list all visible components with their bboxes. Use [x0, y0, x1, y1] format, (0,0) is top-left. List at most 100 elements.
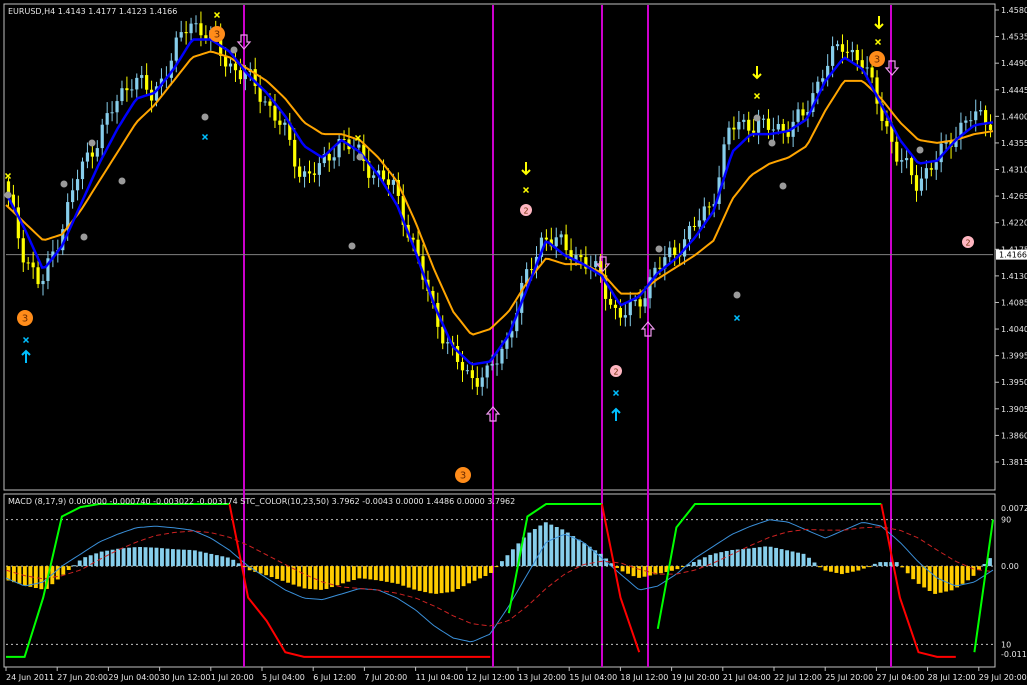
candle-body — [140, 75, 144, 78]
macd-histogram-bar — [154, 547, 159, 567]
candle-body — [742, 119, 746, 122]
chart-window: 3 3 3 3 2 2 2 1.4580 1.4535 1.4490 1.4445 1.4400 1.… — [0, 0, 1027, 685]
candle-body — [964, 120, 968, 123]
candle-body — [845, 51, 850, 53]
macd-histogram-bar — [423, 566, 428, 593]
macd-histogram-bar — [483, 566, 488, 577]
small-gray-marker — [88, 139, 96, 147]
small-gray-marker — [779, 182, 787, 190]
macd-histogram-bar — [510, 549, 515, 567]
macd-histogram-bar — [894, 562, 899, 567]
macd-histogram-bar — [406, 566, 411, 588]
candle-body — [455, 346, 460, 362]
main-header: EURUSD,H4 1.4143 1.4177 1.4123 1.4166 — [8, 7, 177, 16]
candle-body — [831, 46, 835, 66]
macd-histogram-bar — [187, 549, 192, 567]
time-tick-label: 29 Jul 20:00 — [979, 673, 1027, 682]
time-tick-label: 29 Jun 04:00 — [108, 673, 159, 682]
macd-histogram-bar — [105, 550, 110, 567]
macd-histogram-bar — [571, 536, 576, 567]
candle-body — [702, 206, 706, 221]
price-tick-label: 1.4580 — [1001, 6, 1027, 15]
macd-histogram-bar — [138, 547, 142, 567]
macd-histogram-bar — [730, 549, 735, 567]
macd-histogram-bar — [127, 547, 132, 567]
candle-body — [529, 269, 534, 271]
sub-tick-label: -0.0110 — [1001, 650, 1027, 659]
small-gray-marker — [80, 233, 88, 241]
macd-histogram-bar — [927, 566, 932, 591]
small-gray-marker — [348, 242, 356, 250]
sub-header: MACD (8,17,9) 0.000000 -0.000740 -0.0030… — [8, 497, 515, 506]
candle-body — [21, 238, 25, 263]
candle-body — [870, 67, 874, 78]
small-gray-marker — [60, 180, 68, 188]
price-tick-label: 1.4400 — [1001, 112, 1027, 121]
candle-body — [559, 234, 563, 238]
macd-histogram-bar — [626, 566, 630, 574]
macd-histogram-bar — [373, 566, 378, 581]
time-tick-label: 27 Jun 20:00 — [57, 673, 108, 682]
candle-body — [391, 179, 395, 185]
candle-body — [885, 120, 889, 127]
macd-histogram-bar — [489, 566, 493, 573]
candle-body — [475, 378, 479, 387]
price-tick-label: 1.3950 — [1001, 378, 1027, 387]
macd-histogram-bar — [165, 548, 170, 567]
macd-histogram-bar — [697, 559, 702, 567]
candle-body — [895, 141, 899, 162]
candle-body — [145, 75, 149, 90]
price-tick-label: 1.4130 — [1001, 272, 1027, 281]
time-tick-label: 6 Jul 12:00 — [313, 673, 356, 682]
candle-body — [756, 119, 761, 133]
candle-body — [130, 89, 134, 91]
macd-histogram-bar — [368, 566, 373, 580]
candle-body — [579, 255, 583, 258]
small-gray-marker — [201, 113, 209, 121]
candle-body — [174, 37, 178, 61]
candle-body — [747, 119, 751, 131]
macd-histogram-bar — [269, 566, 274, 578]
candle-body — [929, 168, 933, 170]
macd-histogram-bar — [198, 551, 203, 567]
candle-body — [75, 179, 80, 191]
candle-body — [613, 304, 618, 308]
macd-histogram-bar — [807, 557, 811, 567]
candle-body — [628, 301, 632, 316]
macd-histogram-bar — [554, 527, 559, 567]
macd-histogram-bar — [412, 566, 417, 590]
candle-body — [278, 120, 282, 125]
candle-body — [801, 109, 805, 116]
candle-body — [90, 152, 94, 157]
macd-histogram-bar — [66, 566, 71, 570]
macd-histogram-bar — [883, 562, 888, 567]
candle-body — [618, 307, 623, 318]
small-gray-marker — [753, 114, 761, 122]
macd-histogram-bar — [171, 549, 175, 567]
sub-tick-label: 0.00727 — [1001, 504, 1027, 513]
macd-histogram-bar — [362, 566, 367, 579]
signal-circle-label: 3 — [874, 55, 880, 66]
candle-body — [317, 163, 321, 175]
candle-body — [821, 78, 825, 82]
candle-body — [238, 70, 243, 80]
candle-body — [411, 237, 415, 240]
macd-histogram-bar — [214, 555, 219, 567]
candle-body — [969, 120, 973, 122]
macd-histogram-bar — [160, 548, 164, 567]
candle-body — [233, 63, 238, 71]
macd-histogram-bar — [812, 562, 817, 567]
macd-histogram-bar — [439, 566, 444, 594]
price-tick-label: 1.3995 — [1001, 352, 1027, 361]
price-tick-label: 1.4310 — [1001, 166, 1027, 175]
macd-histogram-bar — [390, 566, 395, 583]
macd-histogram-bar — [467, 566, 471, 584]
macd-histogram-bar — [209, 553, 214, 567]
macd-histogram-bar — [313, 566, 318, 590]
candle-body — [909, 158, 914, 176]
candle-body — [776, 123, 780, 130]
macd-histogram-bar — [384, 566, 389, 582]
macd-histogram-bar — [33, 566, 38, 588]
macd-histogram-bar — [258, 566, 263, 574]
macd-histogram-bar — [582, 543, 587, 567]
